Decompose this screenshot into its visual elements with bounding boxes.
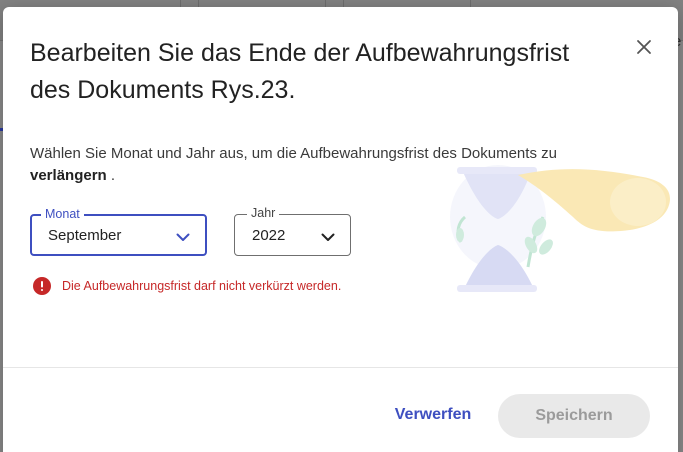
year-select-label: Jahr xyxy=(247,206,280,220)
year-select[interactable]: Jahr 2022 xyxy=(234,206,351,256)
close-icon xyxy=(637,40,651,54)
error-message-row: Die Aufbewahrungsfrist darf nicht verkür… xyxy=(33,277,341,295)
description-emphasis: verlängern xyxy=(30,167,107,184)
close-button[interactable] xyxy=(632,35,656,59)
footer-divider xyxy=(3,367,678,368)
dialog-title: Bearbeiten Sie das Ende der Aufbewahrung… xyxy=(30,39,570,104)
year-select-value: 2022 xyxy=(252,227,286,244)
description-suffix: . xyxy=(106,167,116,184)
chevron-down-icon xyxy=(176,233,190,241)
hourglass-illustration xyxy=(450,165,670,292)
error-icon xyxy=(33,277,51,295)
chevron-down-icon xyxy=(321,233,335,241)
discard-button[interactable]: Verwerfen xyxy=(387,397,479,433)
retention-dialog: Bearbeiten Sie das Ende der Aufbewahrung… xyxy=(3,7,678,452)
error-message: Die Aufbewahrungsfrist darf nicht verkür… xyxy=(62,279,342,293)
month-select-value: September xyxy=(48,227,122,244)
save-button[interactable]: Speichern xyxy=(498,394,650,438)
month-select[interactable]: Monat September xyxy=(30,207,207,256)
month-select-label: Monat xyxy=(41,207,84,221)
